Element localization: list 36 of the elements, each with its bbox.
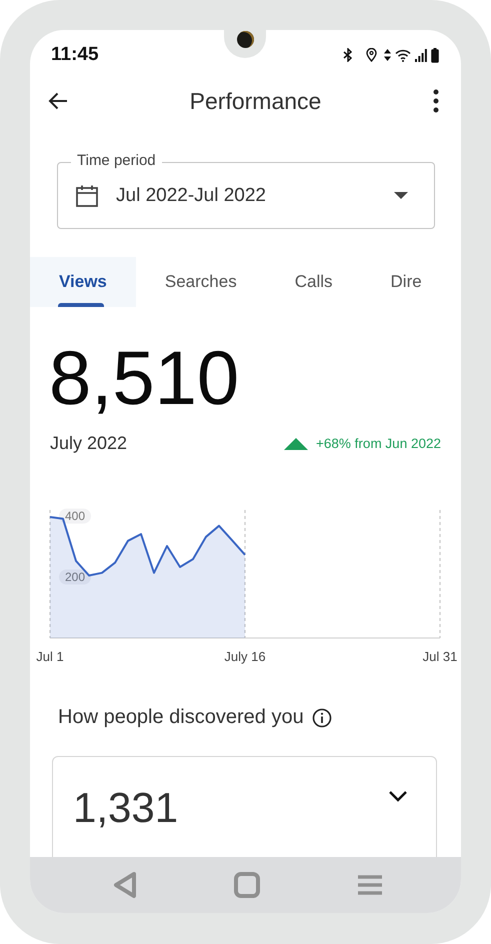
signal-icon xyxy=(415,48,427,62)
period-label: July 2022 xyxy=(50,433,128,454)
more-options-button[interactable] xyxy=(432,89,439,113)
y-tick-label: 400 xyxy=(64,509,86,524)
chevron-icon xyxy=(388,790,408,802)
time-period-dropdown[interactable]: Time period Jul 2022-Jul 2022 xyxy=(57,152,435,229)
y-tick-label: 200 xyxy=(64,570,86,584)
wifi-icon xyxy=(395,48,411,62)
back-button[interactable] xyxy=(48,92,68,110)
field-value: Jul 2022-Jul 2022 xyxy=(116,184,267,206)
back-arrow-icon xyxy=(48,92,68,110)
bluetooth-icon xyxy=(343,48,353,62)
change-text: +68% from Jun 2022 xyxy=(316,436,441,451)
tab[interactable]: Dire xyxy=(362,257,451,307)
data-arrows-icon xyxy=(384,49,391,61)
total-views: 8,510 xyxy=(49,341,240,417)
tab[interactable]: Searches xyxy=(136,257,266,307)
y-tick-label: 200 xyxy=(59,570,91,585)
x-tick-label: Jul 31 xyxy=(422,649,458,664)
status-time: 11:45 xyxy=(51,44,99,66)
battery-icon xyxy=(431,48,439,62)
tab[interactable]: Calls xyxy=(266,257,362,307)
x-tick-label: July 16 xyxy=(224,649,266,664)
x-tick-label: Jul 1 xyxy=(36,649,64,664)
dropdown-caret-icon xyxy=(394,192,408,200)
calendar-icon xyxy=(76,184,98,206)
y-tick-label: 400 xyxy=(59,508,91,524)
expand-button[interactable] xyxy=(388,790,408,802)
section-heading: How people discovered you xyxy=(58,706,304,729)
discovery-total: 1,331 xyxy=(73,787,178,829)
page-title: Performance xyxy=(190,88,322,114)
more-icon xyxy=(432,89,439,113)
field-label: Time period xyxy=(71,152,162,170)
tab[interactable]: Views xyxy=(30,257,136,307)
location-icon xyxy=(366,48,377,62)
info-icon[interactable] xyxy=(312,708,332,728)
